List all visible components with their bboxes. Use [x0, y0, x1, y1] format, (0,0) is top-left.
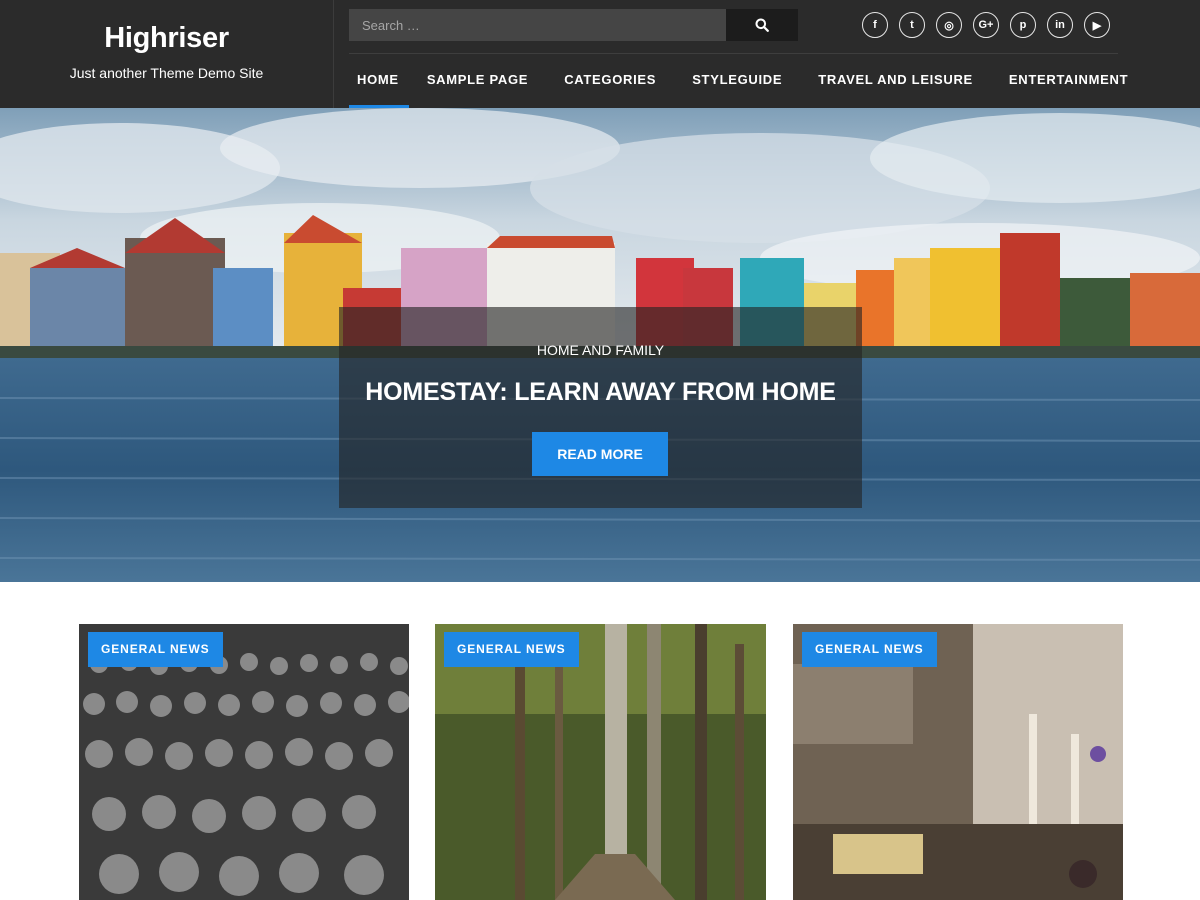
- instagram-icon[interactable]: ◎: [936, 12, 962, 38]
- site-tagline: Just another Theme Demo Site: [69, 65, 264, 81]
- youtube-icon[interactable]: ▶: [1084, 12, 1110, 38]
- linkedin-icon[interactable]: in: [1047, 12, 1073, 38]
- nav-item-sample-page[interactable]: SAMPLE PAGE: [409, 54, 546, 108]
- search-form: [349, 9, 798, 41]
- read-more-button[interactable]: READ MORE: [532, 432, 668, 476]
- category-badge[interactable]: GENERAL NEWS: [88, 632, 223, 667]
- category-badge[interactable]: GENERAL NEWS: [444, 632, 579, 667]
- nav-item-styleguide[interactable]: STYLEGUIDE: [674, 54, 800, 108]
- nav-item-entertainment[interactable]: ENTERTAINMENT: [991, 54, 1146, 108]
- hero-slider: HOME AND FAMILY HOMESTAY: LEARN AWAY FRO…: [0, 108, 1200, 582]
- site-branding: Highriser Just another Theme Demo Site: [0, 0, 334, 108]
- hero-post-title[interactable]: HOMESTAY: LEARN AWAY FROM HOME: [339, 378, 862, 407]
- category-badge[interactable]: GENERAL NEWS: [802, 632, 937, 667]
- hero-caption: HOME AND FAMILY HOMESTAY: LEARN AWAY FRO…: [339, 307, 862, 508]
- pinterest-icon[interactable]: p: [1010, 12, 1036, 38]
- site-title[interactable]: Highriser: [0, 22, 333, 55]
- post-card[interactable]: GENERAL NEWS: [793, 624, 1123, 900]
- facebook-icon[interactable]: f: [862, 12, 888, 38]
- post-card[interactable]: GENERAL NEWS: [79, 624, 409, 900]
- twitter-icon[interactable]: t: [899, 12, 925, 38]
- hero-category-link[interactable]: HOME AND FAMILY: [339, 342, 862, 358]
- google-plus-icon[interactable]: G+: [973, 12, 999, 38]
- search-input[interactable]: [349, 9, 726, 41]
- main-navigation: HOME SAMPLE PAGE CATEGORIES STYLEGUIDE T…: [349, 54, 1146, 108]
- search-button[interactable]: [726, 9, 798, 41]
- site-header: Highriser Just another Theme Demo Site f…: [0, 0, 1200, 108]
- search-icon: [755, 18, 769, 32]
- nav-item-travel-and-leisure[interactable]: TRAVEL AND LEISURE: [800, 54, 991, 108]
- nav-item-categories[interactable]: CATEGORIES: [546, 54, 674, 108]
- social-links: f t ◎ G+ p in ▶: [862, 12, 1110, 38]
- nav-item-home[interactable]: HOME: [349, 54, 409, 108]
- post-card[interactable]: GENERAL NEWS: [435, 624, 766, 900]
